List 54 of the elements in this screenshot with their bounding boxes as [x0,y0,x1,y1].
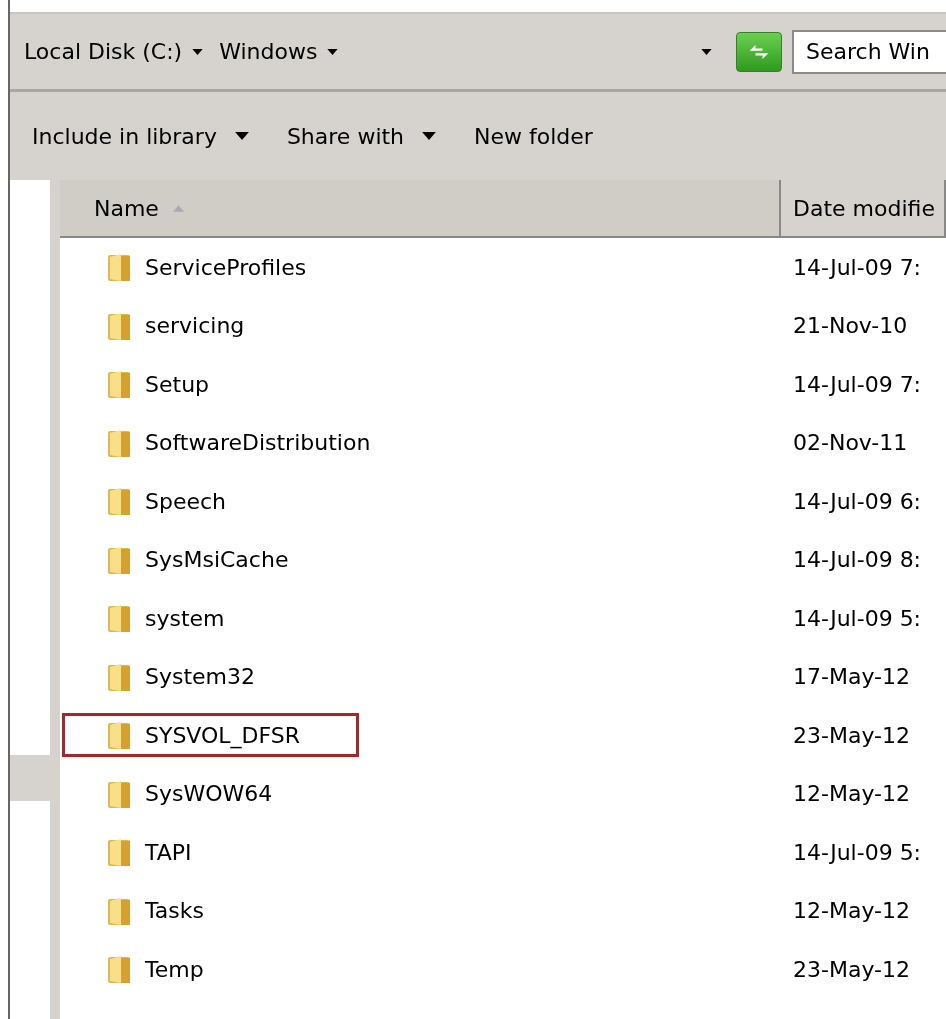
sort-ascending-icon [172,204,184,212]
folder-icon [107,369,133,400]
date-cell-text: 17-May-12 [792,664,910,690]
date-cell-text: 02-Nov-11 [792,430,908,456]
folder-icon [107,486,133,517]
search-field[interactable]: Search Win [792,29,946,74]
file-item[interactable]: servicing [62,303,304,348]
file-item[interactable]: system [62,596,284,641]
date-cell-text: 14-Jul-09 5: [792,839,922,865]
caret-icon [701,48,712,55]
folder-icon [107,661,133,692]
file-item[interactable]: ServiceProfiles [62,245,366,290]
breadcrumb[interactable]: Windows [217,39,320,64]
file-item[interactable]: Setup [62,362,269,407]
date-cell-text: 14-Jul-09 5: [792,605,922,631]
caret-icon [327,48,339,55]
folder-icon [107,895,133,926]
toolbar-button[interactable]: New folder [464,117,603,155]
file-item[interactable]: Temp [62,947,263,992]
file-item[interactable]: SysWOW64 [62,771,332,816]
date-cell-text: 12-May-12 [792,781,910,807]
folder-icon [107,778,133,809]
folder-icon [107,544,133,575]
caret-icon [234,132,249,140]
caret-icon [192,48,204,55]
refresh-button[interactable] [736,31,782,72]
folder-icon [107,954,133,985]
file-item[interactable]: SysMsiCache [62,537,348,582]
file-item[interactable]: SYSVOL_DFSR [62,713,360,758]
file-item[interactable]: System32 [62,654,315,699]
date-cell-text: 21-Nov-10 [792,313,908,339]
column-header[interactable]: Name [60,180,781,236]
date-cell-text: 23-May-12 [792,722,910,748]
folder-icon [107,310,133,341]
date-cell-text: 12-May-12 [792,898,910,924]
breadcrumb[interactable]: Local Disk (C:) [22,39,185,64]
file-item[interactable]: Speech [62,479,286,524]
date-cell-text: 14-Jul-09 7: [792,371,922,397]
folder-icon [107,603,133,634]
date-cell-text: 14-Jul-09 7: [792,254,922,280]
toolbar-button[interactable]: Share with [276,117,447,155]
folder-icon [107,720,133,751]
file-item[interactable]: SoftwareDistribution [62,420,430,465]
folder-icon [107,837,133,868]
date-cell-text: 23-May-12 [792,956,910,982]
folder-icon [107,427,133,458]
caret-icon [422,132,437,140]
file-item[interactable]: Tasks [62,888,263,933]
date-cell-text: 14-Jul-09 8: [792,547,922,573]
date-cell-text: 14-Jul-09 6: [792,488,922,514]
toolbar-button[interactable]: Include in library [22,117,259,155]
folder-icon [107,252,133,283]
column-header[interactable]: Date modifie [781,180,946,236]
file-item[interactable]: TAPI [62,830,251,875]
